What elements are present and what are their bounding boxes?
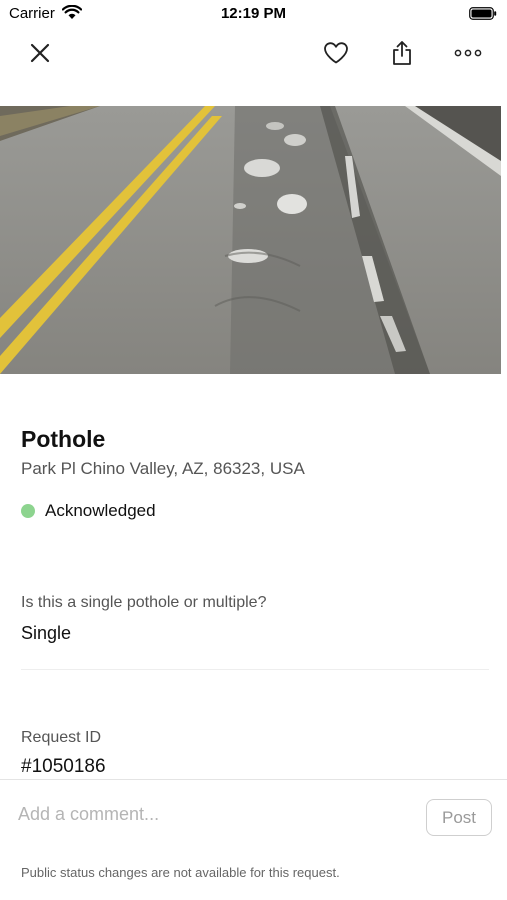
divider: [21, 669, 489, 670]
close-button[interactable]: [23, 36, 57, 70]
status-row: Acknowledged: [21, 500, 156, 522]
post-button[interactable]: Post: [426, 799, 492, 836]
pothole-road-image: [0, 106, 501, 374]
share-icon: [393, 41, 411, 65]
request-address: Park Pl Chino Valley, AZ, 86323, USA: [21, 459, 305, 478]
comment-bar: Post Public status changes are not avail…: [0, 779, 507, 900]
request-id-value: #1050186: [21, 756, 106, 777]
status-text: Acknowledged: [45, 501, 156, 520]
request-photo[interactable]: [0, 106, 501, 374]
status-visibility-note: Public status changes are not available …: [21, 865, 340, 880]
more-icon: [454, 49, 482, 57]
favorite-button[interactable]: [319, 36, 353, 70]
request-title: Pothole: [21, 426, 106, 452]
status-bar: Carrier 12:19 PM: [0, 0, 507, 28]
battery-icon: [469, 7, 497, 20]
share-button[interactable]: [385, 36, 419, 70]
top-toolbar: [0, 30, 507, 74]
more-button[interactable]: [451, 36, 485, 70]
status-dot-icon: [21, 504, 35, 518]
close-icon: [30, 43, 50, 63]
request-id-label: Request ID: [21, 729, 102, 746]
question-answer: Single: [21, 623, 72, 643]
status-time: 12:19 PM: [220, 5, 287, 22]
heart-icon: [324, 42, 348, 64]
comment-input[interactable]: [18, 800, 408, 828]
question-label: Is this a single pothole or multiple?: [21, 594, 267, 611]
